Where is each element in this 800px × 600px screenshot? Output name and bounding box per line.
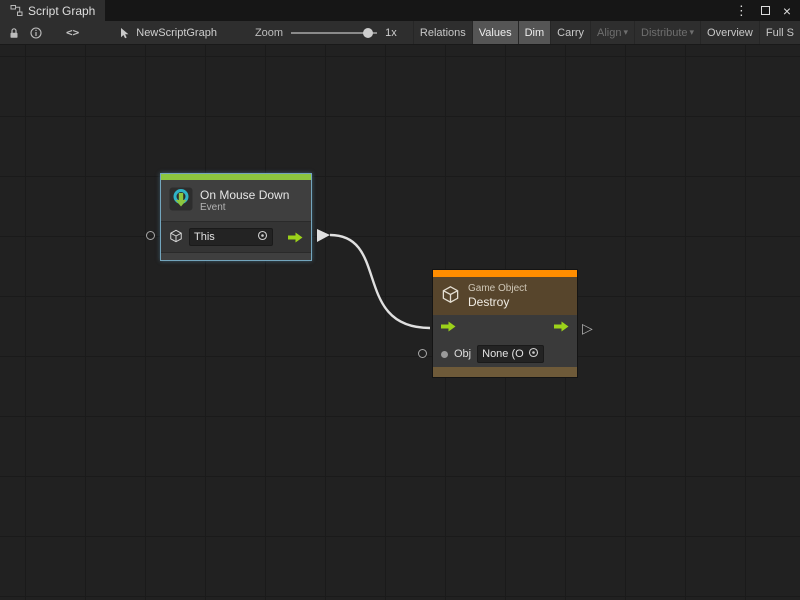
node-destroy[interactable]: Game Object Destroy Obj	[432, 269, 578, 378]
graph-canvas[interactable]: On Mouse Down Event This	[0, 45, 800, 600]
target-object-value: This	[194, 231, 215, 243]
object-reference-value: None (O	[482, 348, 524, 360]
toolbar-button-overview[interactable]: Overview	[700, 21, 759, 44]
toolbar-button-distribute[interactable]: Distribute ▾	[634, 21, 700, 44]
destroy-node-category: Game Object	[468, 283, 527, 295]
toolbar-button-fullscreen[interactable]: Full S	[759, 21, 800, 44]
param-label: Obj	[454, 348, 471, 360]
destroy-node-input-port[interactable]	[418, 349, 427, 358]
event-node-subtitle: Event	[200, 202, 289, 213]
control-output-port-icon[interactable]	[288, 232, 303, 243]
control-input-port-icon[interactable]	[441, 321, 456, 335]
event-node-footer	[161, 252, 311, 260]
chevron-down-icon: ▾	[624, 27, 629, 38]
event-node-body: This	[161, 221, 311, 252]
destroy-node-accent-strip	[433, 270, 577, 277]
toolbar-button-align[interactable]: Align ▾	[590, 21, 634, 44]
info-icon[interactable]	[30, 27, 42, 39]
destroy-control-row	[433, 315, 577, 341]
value-port-dot-icon[interactable]	[441, 351, 448, 358]
window-menu-icon[interactable]: ⋮	[735, 4, 748, 17]
destroy-node-footer	[433, 367, 577, 377]
game-object-cube-icon	[441, 285, 460, 307]
target-object-field[interactable]: This	[189, 228, 273, 246]
destroy-node-header[interactable]: Game Object Destroy	[433, 277, 577, 315]
script-graph-icon	[10, 4, 23, 17]
toolbar-button-group: Relations Values Dim Carry Align ▾ Distr…	[413, 21, 800, 44]
object-reference-field[interactable]: None (O	[477, 345, 544, 363]
toolbar-button-carry[interactable]: Carry	[550, 21, 590, 44]
control-output-port-icon[interactable]	[554, 321, 569, 335]
window-controls: ⋮ ×	[735, 0, 800, 21]
zoom-label: Zoom	[255, 27, 283, 39]
close-icon[interactable]: ×	[783, 4, 791, 18]
destroy-node-output-port[interactable]: ▷	[582, 321, 593, 335]
code-view-icon[interactable]: <>	[66, 26, 79, 39]
distribute-label: Distribute	[641, 27, 687, 39]
connection-wire	[0, 45, 800, 600]
zoom-slider-knob[interactable]	[363, 28, 373, 38]
object-picker-icon[interactable]	[257, 230, 268, 244]
maximize-icon[interactable]	[761, 6, 770, 15]
toolbar-button-values[interactable]: Values	[472, 21, 518, 44]
wire-arrowhead	[317, 229, 330, 242]
chevron-down-icon: ▾	[690, 27, 695, 38]
lock-icon[interactable]	[8, 27, 20, 39]
object-picker-icon[interactable]	[528, 347, 539, 361]
toolbar-button-dim[interactable]: Dim	[518, 21, 551, 44]
wire-path[interactable]	[330, 235, 430, 328]
graph-toolbar: <> NewScriptGraph Zoom 1x Relations Valu…	[0, 21, 800, 45]
zoom-slider[interactable]	[291, 32, 377, 34]
game-object-cube-icon	[169, 229, 183, 246]
destroy-node-title: Destroy	[468, 295, 527, 309]
destroy-node-body: Obj None (O	[433, 315, 577, 367]
mouse-event-icon	[169, 187, 193, 214]
tab-script-graph[interactable]: Script Graph	[0, 0, 105, 21]
tab-label: Script Graph	[28, 4, 95, 18]
zoom-value: 1x	[385, 27, 397, 39]
align-label: Align	[597, 27, 621, 39]
node-on-mouse-down[interactable]: On Mouse Down Event This	[160, 173, 312, 261]
breadcrumb-graph-name[interactable]: NewScriptGraph	[136, 27, 217, 39]
event-node-input-port[interactable]	[146, 231, 155, 240]
event-node-header[interactable]: On Mouse Down Event	[161, 180, 311, 221]
graph-pointer-icon	[119, 27, 131, 39]
window-tab-strip: Script Graph ⋮ ×	[0, 0, 800, 21]
destroy-param-row: Obj None (O	[433, 341, 577, 367]
toolbar-button-relations[interactable]: Relations	[413, 21, 472, 44]
event-node-title: On Mouse Down	[200, 188, 289, 202]
